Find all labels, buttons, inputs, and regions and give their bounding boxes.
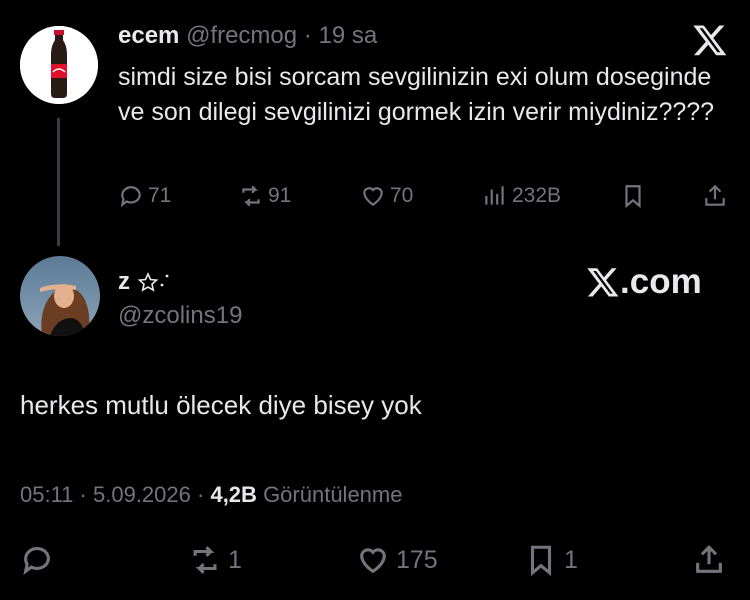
bookmark-button[interactable]: [620, 180, 650, 212]
reply-handle[interactable]: @zcolins19: [118, 302, 242, 330]
repost-button[interactable]: 1: [188, 540, 242, 580]
separator: ·: [303, 22, 312, 49]
x-com-watermark: .com: [586, 262, 702, 302]
bookmark-button[interactable]: 1: [524, 540, 578, 580]
x-logo-icon: [587, 268, 619, 297]
like-button[interactable]: 175: [356, 540, 438, 580]
meta-dot: ·: [197, 482, 205, 507]
display-name[interactable]: ecem: [118, 22, 179, 49]
reply-text: herkes mutlu ölecek diye bisey yok: [20, 390, 422, 420]
share-button[interactable]: [692, 540, 732, 580]
x-logo-icon: [693, 25, 727, 56]
views-count: 4,2B: [210, 482, 257, 507]
star-icon: [137, 272, 169, 292]
bookmark-icon: [625, 185, 641, 209]
like-count: 175: [396, 545, 438, 574]
reply-author-name[interactable]: z: [118, 268, 170, 296]
handle[interactable]: @frecmog: [186, 22, 297, 49]
views-icon: [485, 186, 504, 205]
repost-icon: [193, 546, 217, 574]
like-button[interactable]: 70: [360, 180, 413, 212]
bookmark-count: 1: [564, 545, 578, 574]
views-button[interactable]: 232B: [482, 180, 561, 212]
repost-icon: [242, 185, 260, 207]
display-name: z: [118, 268, 130, 295]
repost-button[interactable]: 91: [238, 180, 291, 212]
watermark-text: .com: [620, 262, 702, 301]
views-count: 232B: [512, 184, 562, 207]
meta-dot: ·: [79, 482, 87, 507]
reply-icon: [23, 547, 50, 576]
avatar-ecem[interactable]: [20, 26, 98, 104]
timestamp[interactable]: 19 sa: [318, 22, 377, 49]
reply-button[interactable]: 71: [118, 180, 171, 212]
reply-button[interactable]: [20, 540, 60, 580]
avatar-photo: [20, 256, 100, 336]
share-button[interactable]: [702, 180, 732, 212]
coke-bottle-avatar: [20, 26, 98, 104]
reply-icon: [120, 186, 141, 208]
like-icon: [360, 548, 386, 574]
tweet-header: ecem @frecmog · 19 sa: [118, 22, 377, 50]
avatar-zcolins[interactable]: [20, 256, 100, 336]
tweet-text: simdi size bisi sorcam sevgilinizin exi …: [118, 63, 715, 126]
like-count: 70: [390, 184, 414, 207]
reply-time[interactable]: 05:11: [20, 482, 73, 507]
share-icon: [705, 184, 725, 206]
share-icon: [696, 545, 722, 573]
repost-count: 1: [228, 545, 242, 574]
bookmark-icon: [530, 545, 552, 577]
repost-count: 91: [268, 184, 292, 207]
reply-meta: 05:11 · 5.09.2026 · 4,2B Görüntülenme: [20, 482, 402, 508]
reply-date[interactable]: 5.09.2026: [93, 482, 191, 507]
reply-count: 71: [148, 184, 172, 207]
like-icon: [363, 187, 383, 206]
thread-line: [57, 118, 60, 246]
views-label: Görüntülenme: [263, 482, 403, 507]
